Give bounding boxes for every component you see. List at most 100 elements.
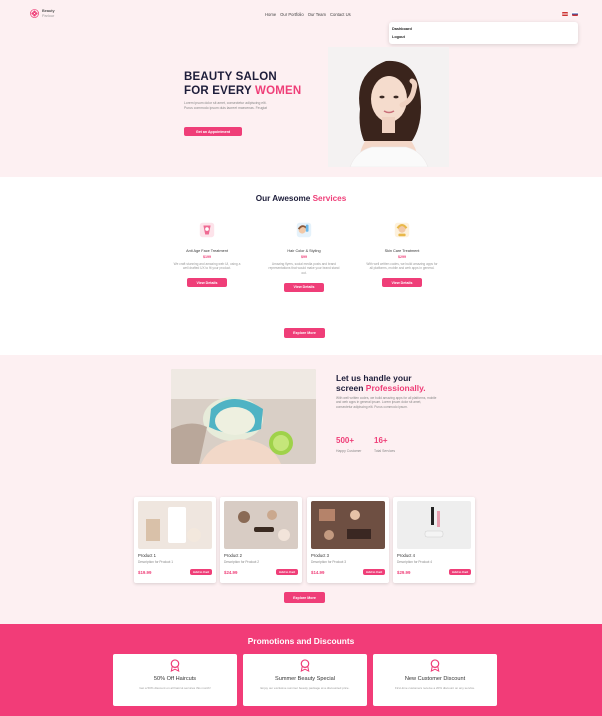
services-title-highlight: Services	[312, 194, 347, 203]
product-image	[397, 501, 471, 549]
service-card: Hair Color & Styling $99 Amazing flyers,…	[264, 221, 344, 293]
logo[interactable]: Beauty Parlour	[30, 9, 55, 18]
service-description: Amazing flyers, social media posts and b…	[268, 262, 340, 275]
dropdown-dashboard[interactable]: Dashboard	[392, 25, 575, 33]
hero-model-image	[328, 47, 449, 167]
award-badge-icon	[430, 659, 440, 672]
award-badge-icon	[300, 659, 310, 672]
hero-description: Lorem ipsum dolor sit amet, consectetur …	[184, 101, 267, 110]
view-details-button[interactable]: View Details	[187, 278, 227, 288]
hero-title-line2: FOR EVERY WOMEN	[184, 85, 301, 99]
promotions-title: Promotions and Discounts	[247, 636, 355, 646]
promo-card: New Customer Discount First-time custome…	[373, 654, 497, 706]
hero-title-line1: BEAUTY SALON	[184, 71, 277, 83]
service-price: $199	[203, 255, 211, 259]
services-title-prefix: Our Awesome	[255, 194, 313, 203]
woman-portrait-illustration	[328, 47, 449, 167]
user-dropdown-menu: Dashboard Logout	[389, 22, 578, 44]
service-card: Skin Care Treatment $299 With well writt…	[362, 221, 442, 289]
appointment-button[interactable]: Get an Appointment	[184, 127, 242, 136]
promo-name: 50% Off Haircuts	[153, 676, 197, 682]
service-description: With well written codes, we build amazin…	[366, 262, 438, 271]
product-description: Description for Product 3	[311, 560, 347, 564]
add-to-cart-button[interactable]: Add to Cart	[363, 569, 385, 575]
product-image	[311, 501, 385, 549]
product-price: $14.99	[311, 569, 325, 575]
cosmetics-photo-3	[311, 501, 385, 549]
promo-description: Get a 50% discount on all haircut servic…	[139, 686, 211, 690]
service-price: $99	[301, 255, 307, 259]
hero-title-prefix: FOR EVERY	[184, 84, 256, 97]
product-name: Product 4	[397, 553, 415, 558]
product-card: Product 2 Description for Product 2 $24.…	[220, 497, 302, 583]
product-price: $19.99	[138, 569, 152, 575]
stat-value: 16+	[374, 436, 388, 445]
product-card: Product 4 Description for Product 4 $29.…	[393, 497, 475, 583]
service-price: $299	[398, 255, 406, 259]
language-flag-icon[interactable]	[572, 12, 578, 16]
nav-team[interactable]: Our Team	[308, 12, 326, 17]
product-image	[138, 501, 212, 549]
product-description: Description for Product 1	[138, 560, 174, 564]
explore-products-button[interactable]: Explore More	[284, 592, 325, 603]
explore-services-button[interactable]: Explore More	[284, 328, 325, 338]
product-price: $29.99	[397, 569, 411, 575]
nav-portfolio[interactable]: Our Portfolio	[280, 12, 304, 17]
service-card: Anti Age Face Treatment $199 We craft st…	[167, 221, 247, 289]
product-footer: $19.99 Add to Cart	[138, 569, 212, 575]
handle-title-highlight: Professionally.	[365, 383, 426, 393]
promo-card: Summer Beauty Special Enjoy our exclusiv…	[243, 654, 367, 706]
product-card: Product 1 Description for Product 1 $19.…	[134, 497, 216, 583]
product-name: Product 2	[224, 553, 242, 558]
dropdown-logout[interactable]: Logout	[392, 33, 575, 41]
flower-logo-icon	[30, 9, 39, 18]
view-details-button[interactable]: View Details	[284, 282, 324, 292]
facial-mask-illustration	[171, 369, 316, 464]
product-name: Product 3	[311, 553, 329, 558]
product-description: Description for Product 2	[224, 560, 260, 564]
language-switcher	[562, 12, 578, 16]
hair-styling-icon	[296, 222, 312, 238]
product-name: Product 1	[138, 553, 156, 558]
award-badge-icon	[170, 659, 180, 672]
us-flag-icon[interactable]	[562, 12, 568, 16]
product-card: Product 3 Description for Product 3 $14.…	[307, 497, 389, 583]
stat-label: Total Services	[374, 449, 396, 453]
skin-care-icon	[394, 222, 410, 238]
product-footer: $24.99 Add to Cart	[224, 569, 298, 575]
nav-contact[interactable]: Contact Us	[330, 12, 351, 17]
service-name: Skin Care Treatment	[384, 249, 420, 253]
promo-description: First-time customers receive a 20% disco…	[394, 686, 476, 690]
product-footer: $29.99 Add to Cart	[397, 569, 471, 575]
service-name: Hair Color & Styling	[287, 249, 321, 253]
handle-title-line1: Let us handle your	[336, 373, 412, 383]
nav-home[interactable]: Home	[265, 12, 276, 17]
cosmetics-photo-2	[224, 501, 298, 549]
cosmetics-photo-4	[397, 501, 471, 549]
handle-title-prefix: screen	[336, 383, 366, 393]
handle-title: Let us handle your screen Professionally…	[336, 373, 426, 393]
service-name: Anti Age Face Treatment	[186, 249, 228, 253]
promotions-section: Promotions and Discounts 50% Off Haircut…	[0, 624, 602, 716]
promo-card: 50% Off Haircuts Get a 50% discount on a…	[113, 654, 237, 706]
promo-name: Summer Beauty Special	[274, 676, 335, 682]
cosmetics-photo-1	[138, 501, 212, 549]
handle-title-line2: screen Professionally.	[336, 383, 426, 393]
logo-line1: Beauty	[42, 9, 55, 14]
stat-label: Happy Customer	[336, 449, 362, 453]
add-to-cart-button[interactable]: Add to Cart	[276, 569, 298, 575]
product-footer: $14.99 Add to Cart	[311, 569, 385, 575]
services-title: Our Awesome Services	[0, 194, 602, 203]
main-nav: Home Our Portfolio Our Team Contact Us	[265, 12, 351, 17]
hero-title: BEAUTY SALON FOR EVERY WOMEN	[184, 71, 301, 98]
view-details-button[interactable]: View Details	[382, 278, 422, 288]
add-to-cart-button[interactable]: Add to Cart	[449, 569, 471, 575]
product-image	[224, 501, 298, 549]
product-description: Description for Product 4	[397, 560, 433, 564]
hero-title-highlight: WOMEN	[255, 84, 302, 97]
promo-name: New Customer Discount	[404, 676, 466, 682]
promo-description: Enjoy our exclusive summer beauty packag…	[260, 686, 350, 690]
stat-value: 500+	[336, 436, 355, 445]
add-to-cart-button[interactable]: Add to Cart	[190, 569, 212, 575]
logo-text: Beauty Parlour	[42, 9, 55, 17]
